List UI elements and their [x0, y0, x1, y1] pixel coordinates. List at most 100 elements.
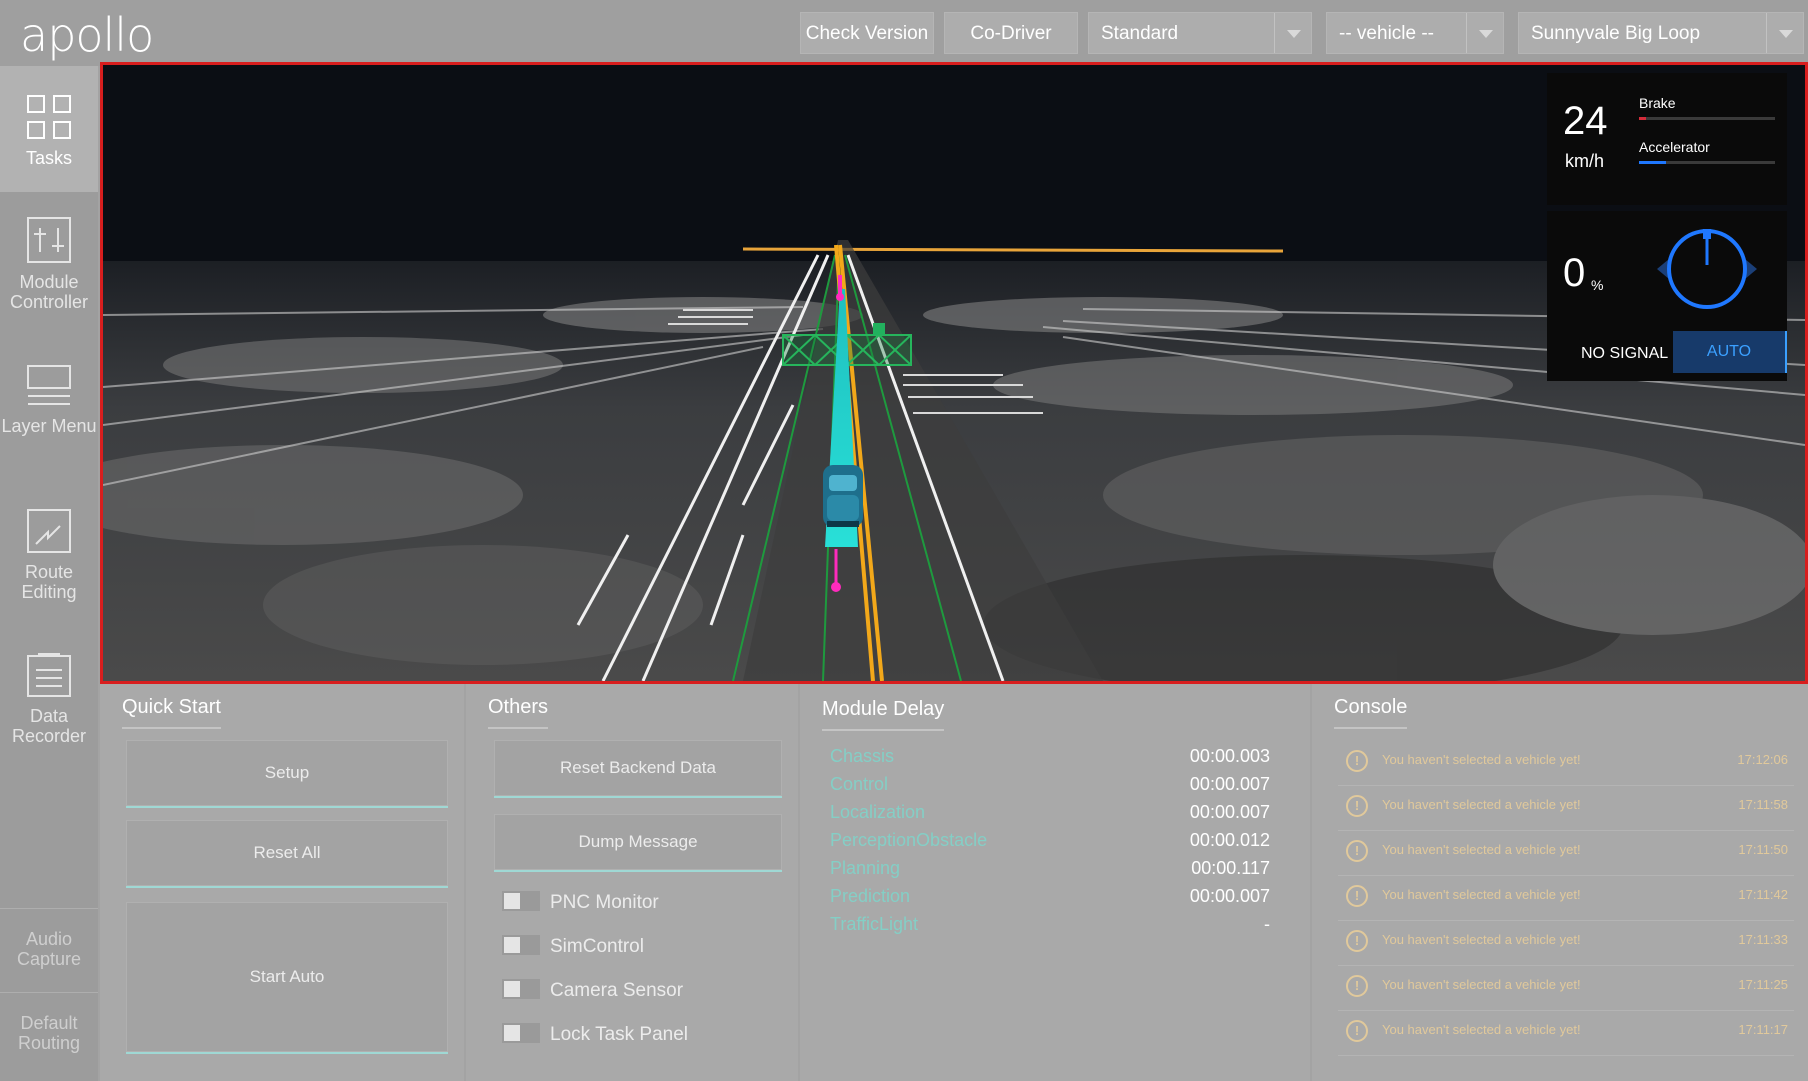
brake-label: Brake: [1639, 95, 1676, 111]
sidebar-item-audio-capture[interactable]: Audio Capture: [0, 908, 98, 990]
pnc-monitor-toggle[interactable]: PNC Monitor: [502, 890, 659, 914]
check-version-button[interactable]: Check Version: [800, 12, 934, 54]
setup-button[interactable]: Setup: [126, 740, 448, 808]
console-message: You haven't selected a vehicle yet!: [1382, 752, 1581, 767]
sidebar-item-module-controller[interactable]: Module Controller: [0, 216, 98, 312]
speed-panel: 24 km/h Brake Accelerator: [1547, 73, 1787, 205]
sidebar-item-default-routing[interactable]: Default Routing: [0, 992, 98, 1074]
reset-all-button[interactable]: Reset All: [126, 820, 448, 888]
console-message: You haven't selected a vehicle yet!: [1382, 887, 1581, 902]
vehicle-select-value: -- vehicle --: [1339, 23, 1435, 44]
module-name: Control: [830, 774, 889, 794]
toggle-switch[interactable]: [502, 1022, 540, 1043]
sidebar-item-tasks[interactable]: Tasks: [0, 66, 98, 192]
speed-unit: km/h: [1565, 151, 1605, 171]
console-message: You haven't selected a vehicle yet!: [1382, 842, 1581, 857]
warning-icon: !: [1346, 930, 1368, 952]
delay-row: Chassis 00:00.003: [830, 746, 1270, 770]
document-icon: [27, 653, 71, 697]
mode-select[interactable]: Standard: [1088, 12, 1312, 54]
toggle-label: SimControl: [550, 936, 644, 957]
sidebar-item-label: Layer Menu: [1, 416, 97, 436]
module-name: PerceptionObstacle: [830, 830, 988, 850]
chevron-down-icon: [1766, 13, 1803, 53]
start-auto-button[interactable]: Start Auto: [126, 902, 448, 1054]
console-entry: ! You haven't selected a vehicle yet! 17…: [1338, 1012, 1794, 1056]
sidebar-item-label: Tasks: [25, 148, 72, 168]
layers-icon: [27, 365, 71, 405]
accelerator-bar-fill: [1639, 161, 1667, 164]
reset-backend-data-button[interactable]: Reset Backend Data: [494, 740, 782, 798]
lock-task-panel-toggle[interactable]: Lock Task Panel: [502, 1022, 689, 1046]
module-delay-value: 00:00.012: [1189, 830, 1270, 850]
camera-sensor-toggle[interactable]: Camera Sensor: [502, 978, 684, 1002]
mode-select-value: Standard: [1101, 23, 1179, 44]
quick-start-title: Quick Start: [122, 696, 221, 729]
delay-row: Control 00:00.007: [830, 774, 1270, 798]
scene-view[interactable]: 24 km/h Brake Accelerator 0 % NO SIGNAL …: [100, 62, 1808, 684]
simcontrol-toggle[interactable]: SimControl: [502, 934, 644, 958]
driving-mode-button[interactable]: AUTO: [1673, 331, 1787, 373]
console-time: 17:12:06: [1737, 752, 1788, 767]
toggle-label: Camera Sensor: [550, 980, 684, 1001]
console-message: You haven't selected a vehicle yet!: [1382, 797, 1581, 812]
sidebar-item-label: Module Controller: [9, 272, 89, 312]
cross-lane-line: [742, 247, 1284, 253]
route-icon: [27, 509, 71, 553]
console-message: You haven't selected a vehicle yet!: [1382, 932, 1581, 947]
toggle-switch[interactable]: [502, 978, 540, 999]
console-entry: ! You haven't selected a vehicle yet! 17…: [1338, 787, 1794, 831]
module-delay-value: 00:00.007: [1189, 802, 1270, 822]
chevron-down-icon: [1466, 13, 1503, 53]
speed-value: 24: [1563, 99, 1608, 143]
console-time: 17:11:17: [1738, 1022, 1788, 1037]
brake-bar: [1639, 117, 1775, 120]
delay-row: Planning 00:00.117: [830, 858, 1270, 882]
accelerator-bar: [1639, 161, 1775, 164]
console-title: Console: [1334, 696, 1408, 729]
console-message: You haven't selected a vehicle yet!: [1382, 1022, 1581, 1037]
module-name: Localization: [830, 802, 926, 822]
console-entry: ! You haven't selected a vehicle yet! 17…: [1338, 967, 1794, 1011]
sidebar-item-route-editing[interactable]: Route Editing: [0, 508, 98, 602]
console-entry: ! You haven't selected a vehicle yet! 17…: [1338, 742, 1794, 786]
toggle-label: PNC Monitor: [550, 892, 659, 913]
vehicle-select[interactable]: -- vehicle --: [1326, 12, 1504, 54]
brake-bar-fill: [1639, 117, 1646, 120]
turn-signal-status: NO SIGNAL: [1581, 345, 1669, 362]
module-name: Chassis: [830, 746, 895, 766]
sidebar-item-layer-menu[interactable]: Layer Menu: [0, 364, 98, 436]
toggle-switch[interactable]: [502, 934, 540, 955]
module-delay-value: 00:00.117: [1191, 858, 1270, 878]
module-delay-value: 00:00.007: [1189, 886, 1270, 906]
sidebar-item-label: Audio Capture: [16, 929, 82, 969]
co-driver-button[interactable]: Co-Driver: [944, 12, 1078, 54]
others-panel: Others Reset Backend Data Dump Message P…: [466, 684, 798, 1081]
delay-row: Prediction 00:00.007: [830, 886, 1270, 910]
console-time: 17:11:50: [1738, 842, 1788, 857]
steering-panel: 0 % NO SIGNAL AUTO: [1547, 211, 1787, 381]
toggle-label: Lock Task Panel: [550, 1024, 689, 1045]
module-delay-title: Module Delay: [822, 698, 945, 731]
traffic-sign: [873, 323, 885, 335]
map-select[interactable]: Sunnyvale Big Loop: [1518, 12, 1804, 54]
warning-icon: !: [1346, 975, 1368, 997]
dump-message-button[interactable]: Dump Message: [494, 814, 782, 872]
module-name: TrafficLight: [830, 914, 919, 934]
sidebar-item-label: Data Recorder: [11, 706, 87, 746]
console-entry: ! You haven't selected a vehicle yet! 17…: [1338, 877, 1794, 921]
warning-icon: !: [1346, 1020, 1368, 1042]
routing-marker-dot: [836, 293, 844, 301]
toggle-switch[interactable]: [502, 890, 540, 911]
console-message: You haven't selected a vehicle yet!: [1382, 977, 1581, 992]
warning-icon: !: [1346, 795, 1368, 817]
steering-unit: %: [1591, 277, 1604, 293]
sidebar-item-data-recorder[interactable]: Data Recorder: [0, 652, 98, 746]
start-marker-dot: [831, 582, 841, 592]
warning-icon: !: [1346, 750, 1368, 772]
warning-icon: !: [1346, 885, 1368, 907]
console-time: 17:11:58: [1738, 797, 1788, 812]
apollo-logo: apollo: [20, 8, 154, 62]
module-name: Planning: [830, 858, 901, 878]
delay-row: PerceptionObstacle 00:00.012: [830, 830, 1270, 854]
